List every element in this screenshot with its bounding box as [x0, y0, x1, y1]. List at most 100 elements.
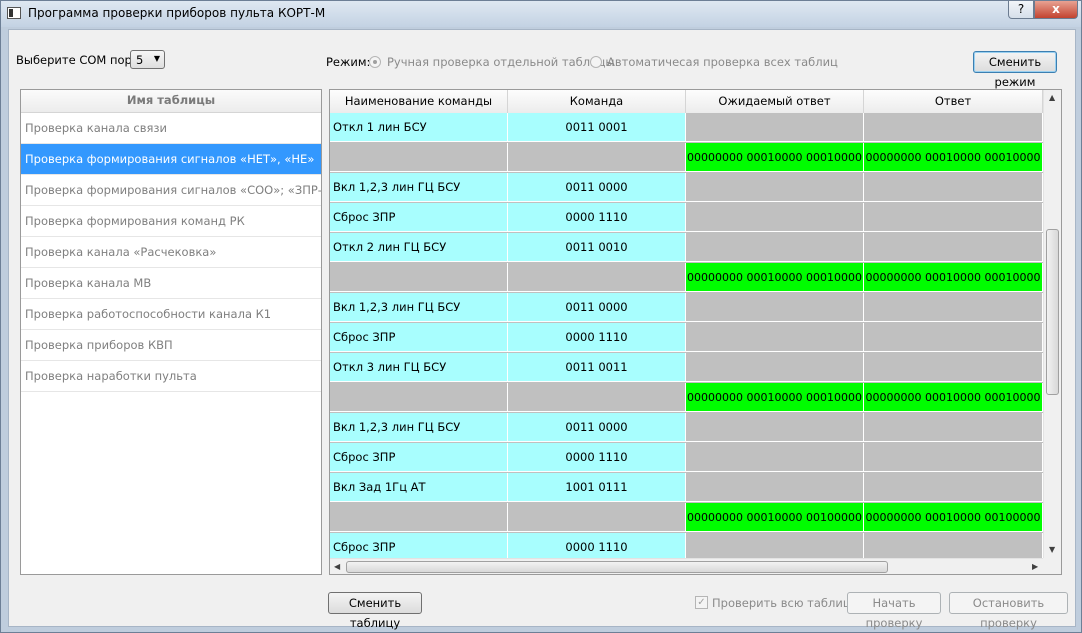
grid-row[interactable]: Вкл 1,2,3 лин ГЦ БСУ 0011 0000 [330, 173, 1043, 203]
start-check-button[interactable]: Начать проверку [847, 592, 941, 630]
cell-command-name[interactable] [330, 263, 508, 292]
grid-row[interactable]: 00000000 00010000 00010000 00000000 00010… [330, 383, 1043, 413]
cell-command-code[interactable] [508, 503, 686, 532]
grid-row[interactable]: Сброс ЗПР 0000 1110 [330, 323, 1043, 353]
grid-row[interactable]: Откл 1 лин БСУ 0011 0001 [330, 113, 1043, 143]
cell-command-code[interactable] [508, 383, 686, 412]
cell-command-code[interactable] [508, 143, 686, 172]
cell-command-code[interactable]: 0000 1110 [508, 203, 686, 232]
cell-command-code[interactable]: 0011 0011 [508, 353, 686, 382]
cell-actual-response[interactable] [864, 353, 1043, 382]
cell-actual-response[interactable] [864, 233, 1043, 262]
grid-row[interactable]: 00000000 00010000 00010000 00000000 00010… [330, 263, 1043, 293]
cell-command-name[interactable]: Сброс ЗПР [330, 533, 508, 558]
cell-command-name[interactable]: Вкл Зад 1Гц АТ [330, 473, 508, 502]
cell-actual-response[interactable]: 00000000 00010000 00100000 [864, 503, 1043, 532]
cell-command-code[interactable]: 0000 1110 [508, 443, 686, 472]
help-button[interactable]: ? [1008, 1, 1034, 19]
cell-actual-response[interactable] [864, 203, 1043, 232]
grid-row[interactable]: Сброс ЗПР 0000 1110 [330, 203, 1043, 233]
tables-list-item[interactable]: Проверка формирования сигналов «НЕТ», «Н… [21, 144, 321, 175]
horizontal-scroll-thumb[interactable] [346, 561, 888, 573]
scroll-right-icon[interactable]: ▶ [1032, 562, 1038, 571]
change-table-button[interactable]: Сменить таблицу [328, 592, 422, 630]
mode-auto-radio[interactable] [590, 56, 602, 68]
cell-command-name[interactable]: Сброс ЗПР [330, 203, 508, 232]
com-port-select[interactable]: 5 ▼ [130, 50, 165, 69]
grid-row[interactable]: Откл 3 лин ГЦ БСУ 0011 0011 [330, 353, 1043, 383]
cell-command-name[interactable] [330, 503, 508, 532]
tables-list-item[interactable]: Проверка работоспособности канала К1 [21, 299, 321, 330]
close-button[interactable]: x [1034, 1, 1078, 19]
grid-row[interactable]: 00000000 00010000 00100000 00000000 00010… [330, 503, 1043, 533]
cell-expected-response[interactable] [686, 443, 864, 472]
cell-expected-response[interactable]: 00000000 00010000 00010000 [686, 263, 864, 292]
cell-expected-response[interactable] [686, 233, 864, 262]
col-header-answer[interactable]: Ответ [864, 90, 1043, 113]
scroll-up-icon[interactable]: ▲ [1049, 93, 1055, 102]
cell-command-name[interactable] [330, 143, 508, 172]
cell-actual-response[interactable] [864, 443, 1043, 472]
cell-expected-response[interactable] [686, 173, 864, 202]
tables-list-item[interactable]: Проверка канала МВ [21, 268, 321, 299]
cell-expected-response[interactable] [686, 203, 864, 232]
scroll-down-icon[interactable]: ▼ [1049, 545, 1055, 554]
cell-expected-response[interactable] [686, 113, 864, 142]
cell-expected-response[interactable] [686, 413, 864, 442]
cell-actual-response[interactable] [864, 293, 1043, 322]
cell-expected-response[interactable] [686, 323, 864, 352]
cell-command-code[interactable]: 0011 0010 [508, 233, 686, 262]
cell-actual-response[interactable] [864, 473, 1043, 502]
grid-row[interactable]: Сброс ЗПР 0000 1110 [330, 443, 1043, 473]
cell-command-name[interactable]: Вкл 1,2,3 лин ГЦ БСУ [330, 173, 508, 202]
tables-list-item[interactable]: Проверка канала связи [21, 113, 321, 144]
grid-row[interactable]: 00000000 00010000 00010000 00000000 00010… [330, 143, 1043, 173]
cell-command-name[interactable]: Вкл 1,2,3 лин ГЦ БСУ [330, 413, 508, 442]
col-header-expected[interactable]: Ожидаемый ответ [686, 90, 864, 113]
cell-command-name[interactable]: Сброс ЗПР [330, 323, 508, 352]
horizontal-scrollbar[interactable]: ◀ ▶ [330, 558, 1043, 574]
cell-command-code[interactable]: 0011 0001 [508, 113, 686, 142]
scroll-left-icon[interactable]: ◀ [334, 562, 340, 571]
cell-expected-response[interactable] [686, 293, 864, 322]
cell-command-code[interactable]: 0011 0000 [508, 173, 686, 202]
tables-list-item[interactable]: Проверка формирования сигналов «СОО»; «З… [21, 175, 321, 206]
tables-list-item[interactable]: Проверка формирования команд РК [21, 206, 321, 237]
cell-command-name[interactable]: Сброс ЗПР [330, 443, 508, 472]
col-header-command[interactable]: Команда [508, 90, 686, 113]
grid-row[interactable]: Вкл 1,2,3 лин ГЦ БСУ 0011 0000 [330, 413, 1043, 443]
cell-command-code[interactable]: 0000 1110 [508, 323, 686, 352]
cell-expected-response[interactable]: 00000000 00010000 00010000 [686, 383, 864, 412]
cell-expected-response[interactable] [686, 353, 864, 382]
grid-row[interactable]: Сброс ЗПР 0000 1110 [330, 533, 1043, 558]
tables-list-item[interactable]: Проверка наработки пульта [21, 361, 321, 392]
cell-command-name[interactable]: Откл 3 лин ГЦ БСУ [330, 353, 508, 382]
cell-expected-response[interactable]: 00000000 00010000 00100000 [686, 503, 864, 532]
cell-actual-response[interactable]: 00000000 00010000 00010000 [864, 143, 1043, 172]
cell-actual-response[interactable] [864, 113, 1043, 142]
cell-command-name[interactable]: Вкл 1,2,3 лин ГЦ БСУ [330, 293, 508, 322]
vertical-scrollbar[interactable]: ▲ ▼ [1043, 90, 1061, 558]
cell-actual-response[interactable] [864, 413, 1043, 442]
cell-command-code[interactable]: 0000 1110 [508, 533, 686, 558]
cell-command-code[interactable]: 0011 0000 [508, 293, 686, 322]
tables-list-item[interactable]: Проверка приборов КВП [21, 330, 321, 361]
cell-actual-response[interactable]: 00000000 00010000 00010000 [864, 263, 1043, 292]
cell-actual-response[interactable] [864, 173, 1043, 202]
cell-command-code[interactable]: 1001 0111 [508, 473, 686, 502]
change-mode-button[interactable]: Сменить режим [973, 51, 1057, 89]
cell-actual-response[interactable] [864, 323, 1043, 352]
title-bar[interactable]: Программа проверки приборов пульта КОРТ-… [1, 1, 1081, 27]
cell-actual-response[interactable]: 00000000 00010000 00010000 [864, 383, 1043, 412]
stop-check-button[interactable]: Остановить проверку [949, 592, 1068, 630]
cell-command-name[interactable]: Откл 1 лин БСУ [330, 113, 508, 142]
grid-row[interactable]: Вкл Зад 1Гц АТ 1001 0111 [330, 473, 1043, 503]
grid-row[interactable]: Откл 2 лин ГЦ БСУ 0011 0010 [330, 233, 1043, 263]
mode-manual-radio[interactable] [369, 56, 381, 68]
cell-command-name[interactable] [330, 383, 508, 412]
col-header-name[interactable]: Наименование команды [330, 90, 508, 113]
check-all-checkbox[interactable]: ✓ [695, 596, 708, 609]
grid-row[interactable]: Вкл 1,2,3 лин ГЦ БСУ 0011 0000 [330, 293, 1043, 323]
cell-command-code[interactable] [508, 263, 686, 292]
cell-actual-response[interactable] [864, 533, 1043, 558]
